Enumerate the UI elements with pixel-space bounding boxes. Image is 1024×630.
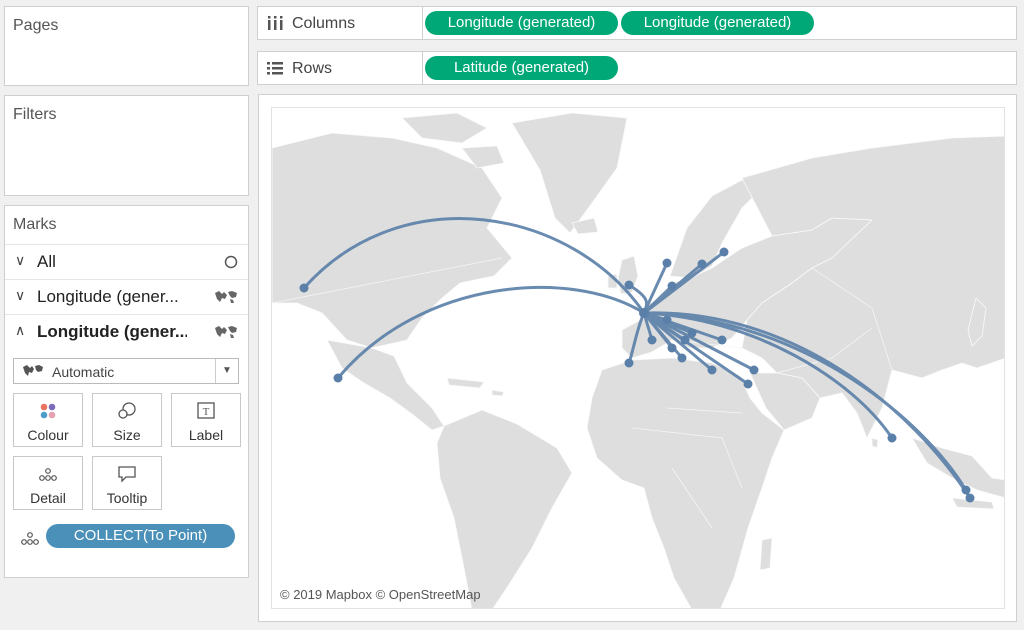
- pages-card[interactable]: Pages: [4, 6, 249, 86]
- map-icon: [214, 289, 238, 309]
- world-map[interactable]: [272, 108, 1005, 609]
- rows-label: Rows: [292, 60, 333, 77]
- tooltip-icon: [93, 465, 161, 483]
- chevron-down-icon: ∨: [15, 252, 26, 268]
- colour-icon: [14, 402, 82, 420]
- label-button[interactable]: T Label: [171, 393, 241, 447]
- rows-shelf[interactable]: Rows Latitude (generated): [257, 51, 1017, 85]
- land-masses: [272, 112, 1004, 608]
- marks-tab-label: Longitude (gener...: [37, 322, 187, 341]
- map-view[interactable]: © 2019 Mapbox © OpenStreetMap: [271, 107, 1005, 609]
- tooltip-label: Tooltip: [106, 490, 148, 506]
- map-icon: [214, 324, 238, 344]
- map-attribution: © 2019 Mapbox © OpenStreetMap: [280, 587, 481, 602]
- filters-card[interactable]: Filters: [4, 95, 249, 196]
- filters-title: Filters: [13, 106, 57, 123]
- detail-label: Detail: [30, 490, 66, 506]
- size-button[interactable]: Size: [92, 393, 162, 447]
- marks-card: Marks ∨ All ∨ Longitude (gener... ∧ Long…: [4, 205, 249, 578]
- marks-tab-label: Longitude (gener...: [37, 287, 179, 306]
- mark-type-value: Automatic: [52, 364, 115, 380]
- mark-type-select[interactable]: Automatic ▼: [13, 358, 239, 384]
- detail-icon: [14, 465, 82, 483]
- columns-pill-longitude-1[interactable]: Longitude (generated): [425, 11, 618, 35]
- viz-pane[interactable]: © 2019 Mapbox © OpenStreetMap: [258, 94, 1017, 622]
- chevron-up-icon: ∧: [15, 322, 26, 338]
- columns-pill-longitude-2[interactable]: Longitude (generated): [621, 11, 814, 35]
- colour-label: Colour: [27, 427, 69, 443]
- svg-text:T: T: [203, 406, 210, 418]
- columns-label: Columns: [292, 15, 356, 32]
- columns-shelf[interactable]: Columns Longitude (generated) Longitude …: [257, 6, 1017, 40]
- pages-title: Pages: [13, 17, 59, 34]
- rows-pill-latitude[interactable]: Latitude (generated): [425, 56, 618, 80]
- circle-icon: [224, 254, 238, 274]
- marks-tab-longitude-1[interactable]: ∨ Longitude (gener...: [5, 279, 248, 314]
- marks-tab-longitude-2[interactable]: ∧ Longitude (gener...: [5, 314, 248, 349]
- detail-button[interactable]: Detail: [13, 456, 83, 510]
- chevron-down-icon: ∨: [15, 287, 26, 303]
- marks-tab-all[interactable]: ∨ All: [5, 244, 248, 279]
- rows-icon: [266, 60, 284, 81]
- size-label: Size: [113, 427, 141, 443]
- rows-shelf-label: Rows: [258, 52, 423, 84]
- tooltip-button[interactable]: Tooltip: [92, 456, 162, 510]
- colour-button[interactable]: Colour: [13, 393, 83, 447]
- size-icon: [93, 402, 161, 420]
- marks-tab-label: All: [37, 252, 56, 271]
- dropdown-arrow-icon[interactable]: ▼: [215, 359, 238, 383]
- detail-pill-collect[interactable]: COLLECT(To Point): [46, 524, 235, 548]
- columns-shelf-label: Columns: [258, 7, 423, 39]
- columns-icon: [266, 15, 284, 36]
- map-icon: [22, 364, 44, 381]
- detail-icon: [19, 531, 41, 552]
- text-label-icon: T: [172, 402, 240, 420]
- label-label: Label: [188, 427, 224, 443]
- marks-title: Marks: [13, 216, 57, 233]
